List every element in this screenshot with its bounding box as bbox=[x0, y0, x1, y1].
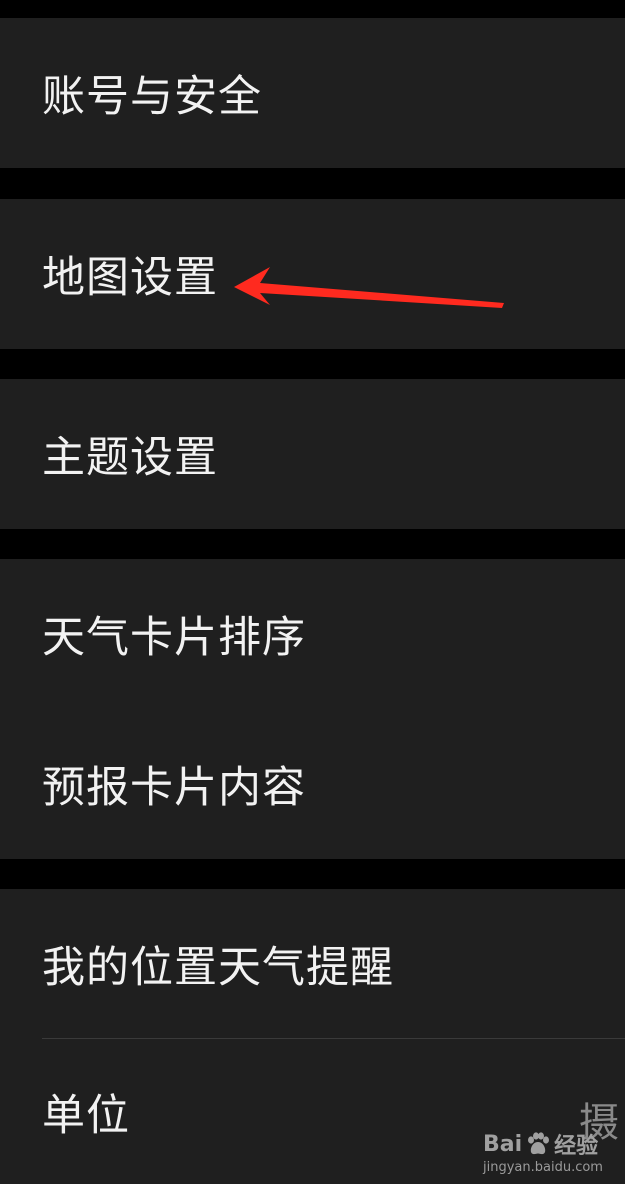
settings-item-location-weather-alert[interactable]: 我的位置天气提醒 bbox=[0, 889, 625, 1039]
settings-group-account: 账号与安全 bbox=[0, 18, 625, 168]
settings-item-account-security[interactable]: 账号与安全 bbox=[0, 18, 625, 168]
settings-item-label: 预报卡片内容 bbox=[42, 763, 306, 813]
watermark-brand-left: Bai bbox=[483, 1131, 523, 1157]
settings-group-theme: 主题设置 bbox=[0, 379, 625, 529]
watermark: 摄 Bai 经验 jingyan.baidu.com bbox=[475, 1084, 625, 1184]
settings-item-forecast-card-content[interactable]: 预报卡片内容 bbox=[0, 709, 625, 859]
annotation-arrow-icon bbox=[234, 267, 504, 308]
settings-item-weather-card-order[interactable]: 天气卡片排序 bbox=[0, 559, 625, 709]
watermark-brand-right: 经验 bbox=[554, 1134, 599, 1159]
watermark-url: jingyan.baidu.com bbox=[483, 1160, 603, 1175]
settings-item-theme-settings[interactable]: 主题设置 bbox=[0, 379, 625, 529]
settings-item-label: 主题设置 bbox=[42, 433, 218, 483]
settings-group-cards: 天气卡片排序 预报卡片内容 bbox=[0, 559, 625, 859]
settings-item-label: 天气卡片排序 bbox=[42, 613, 306, 663]
settings-item-label: 地图设置 bbox=[42, 253, 218, 303]
settings-item-label: 账号与安全 bbox=[42, 72, 262, 122]
baidu-paw-icon bbox=[525, 1131, 551, 1157]
watermark-brand: Bai 经验 bbox=[483, 1128, 598, 1160]
settings-item-label: 单位 bbox=[42, 1090, 130, 1141]
settings-item-label: 我的位置天气提醒 bbox=[42, 943, 394, 993]
